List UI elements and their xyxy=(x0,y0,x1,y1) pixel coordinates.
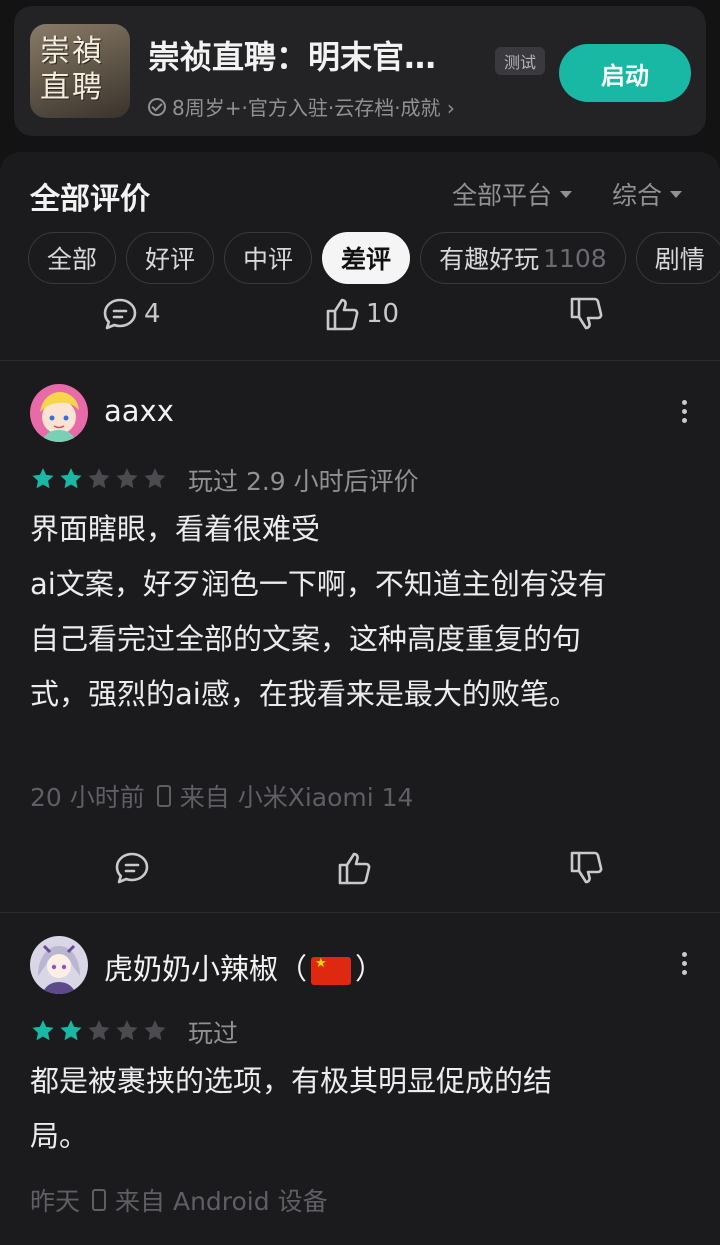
star-filled-icon xyxy=(32,468,54,489)
review-actions xyxy=(0,848,720,898)
chip-label: 剧情 xyxy=(654,245,705,274)
star-empty-icon xyxy=(88,1020,110,1041)
like-button[interactable]: 10 xyxy=(322,294,399,334)
more-options-icon[interactable] xyxy=(680,400,688,428)
avatar-image xyxy=(30,384,88,442)
platform-filter-dropdown[interactable]: 全部平台 xyxy=(452,176,573,212)
review-device: 来自 小米Xiaomi 14 xyxy=(179,783,414,812)
divider xyxy=(0,360,720,361)
review-meta: 20 小时前 来自 小米Xiaomi 14 xyxy=(30,778,413,814)
chip-neutral[interactable]: 中评 xyxy=(224,232,313,284)
phone-icon xyxy=(92,1189,107,1211)
star-empty-icon xyxy=(144,1020,166,1041)
username[interactable]: 虎奶奶小辣椒（ ） xyxy=(104,946,384,988)
game-icon-text-bottom: 直聘 xyxy=(40,70,104,105)
review-body-line: 式，强烈的ai感，在我看来是最大的败笔。 xyxy=(30,677,578,711)
review-time: 昨天 xyxy=(30,1187,81,1216)
chip-label: 差评 xyxy=(341,245,392,274)
star-empty-icon xyxy=(116,468,138,489)
review-body-line: 自己看完过全部的文案，这种高度重复的句 xyxy=(30,622,582,656)
more-options-icon[interactable] xyxy=(680,952,688,980)
review-body-line: 界面瞎眼，看着很难受 xyxy=(30,512,321,546)
star-empty-icon xyxy=(116,1020,138,1041)
username-suffix: ） xyxy=(355,952,385,986)
chip-story[interactable]: 剧情 xyxy=(635,232,720,284)
chip-fun[interactable]: 有趣好玩 1108 xyxy=(420,232,626,284)
review-body[interactable]: 界面瞎眼，看着很难受 ai文案，好歹润色一下啊，不知道主创有没有 自己看完过全部… xyxy=(30,502,700,722)
previous-review-actions: 4 10 xyxy=(0,294,720,344)
dislike-button[interactable] xyxy=(566,294,606,334)
thumbs-up-icon xyxy=(338,852,371,885)
thumbs-down-icon xyxy=(570,851,603,884)
game-title[interactable]: 崇祯直聘：明末官… xyxy=(148,32,488,78)
like-button[interactable] xyxy=(334,848,374,888)
sort-filter-label: 综合 xyxy=(612,181,663,210)
filter-chips: 全部 好评 中评 差评 有趣好玩 1108 剧情 xyxy=(28,232,720,288)
game-card[interactable]: 崇禎 直聘 崇祯直聘：明末官… 测试 8周岁+·官方入驻·云存档·成就 › 启动 xyxy=(14,6,706,136)
review-device: 来自 Android 设备 xyxy=(115,1187,328,1216)
comment-icon xyxy=(103,298,137,330)
review-body[interactable]: 都是被裹挟的选项，有极其明显促成的结 局。 xyxy=(30,1054,700,1164)
phone-icon xyxy=(156,785,171,807)
test-badge: 测试 xyxy=(495,47,546,75)
star-rating xyxy=(30,466,168,492)
sort-filter-dropdown[interactable]: 综合 xyxy=(612,176,683,212)
reviews-title: 全部评价 xyxy=(30,182,150,217)
star-rating xyxy=(30,1018,168,1044)
review-time: 20 小时前 xyxy=(30,783,145,812)
china-flag-icon xyxy=(311,956,352,985)
dislike-button[interactable] xyxy=(566,848,606,888)
chip-label: 好评 xyxy=(145,245,196,274)
platform-filter-label: 全部平台 xyxy=(452,181,553,210)
like-count: 10 xyxy=(366,299,400,329)
chip-label: 中评 xyxy=(243,245,294,274)
comment-button[interactable]: 4 xyxy=(100,294,161,334)
chip-all[interactable]: 全部 xyxy=(28,232,117,284)
thumbs-up-icon xyxy=(326,298,359,331)
played-duration: 玩过 xyxy=(188,1019,239,1048)
verified-check-icon xyxy=(148,97,166,116)
star-filled-icon xyxy=(60,1020,82,1041)
comment-button[interactable] xyxy=(112,848,152,888)
star-empty-icon xyxy=(144,468,166,489)
username-text: 虎奶奶小辣椒（ xyxy=(104,952,308,986)
divider xyxy=(0,912,720,913)
star-empty-icon xyxy=(88,468,110,489)
game-icon-text-top: 崇禎 xyxy=(40,34,104,69)
game-meta-text: 8周岁+·官方入驻·云存档·成就 › xyxy=(172,96,455,120)
played-duration: 玩过 2.9 小时后评价 xyxy=(188,467,419,496)
chip-negative[interactable]: 差评 xyxy=(322,232,411,284)
avatar[interactable] xyxy=(30,384,88,442)
chip-count: 1108 xyxy=(543,243,607,273)
star-filled-icon xyxy=(32,1020,54,1041)
star-filled-icon xyxy=(60,468,82,489)
chip-positive[interactable]: 好评 xyxy=(126,232,215,284)
game-icon: 崇禎 直聘 xyxy=(30,24,130,118)
caret-down-icon xyxy=(560,190,573,198)
thumbs-down-icon xyxy=(570,297,603,330)
launch-button[interactable]: 启动 xyxy=(559,44,691,102)
review-body-line: ai文案，好歹润色一下啊，不知道主创有没有 xyxy=(30,567,607,601)
review-body-line: 局。 xyxy=(30,1119,89,1153)
review-meta: 昨天 来自 Android 设备 xyxy=(30,1182,328,1218)
chip-label: 有趣好玩 xyxy=(439,245,540,274)
avatar-image xyxy=(30,936,88,994)
reviews-panel: 全部评价 全部平台 综合 全部 好评 中评 差评 有趣好玩 1108 剧情 4 1… xyxy=(0,152,720,1245)
username[interactable]: aaxx xyxy=(104,394,174,428)
review-body-line: 都是被裹挟的选项，有极其明显促成的结 xyxy=(30,1064,553,1098)
comment-count: 4 xyxy=(144,299,161,329)
comment-icon xyxy=(115,852,149,884)
caret-down-icon xyxy=(670,190,683,198)
chip-label: 全部 xyxy=(47,245,98,274)
game-meta[interactable]: 8周岁+·官方入驻·云存档·成就 › xyxy=(148,92,455,121)
avatar[interactable] xyxy=(30,936,88,994)
